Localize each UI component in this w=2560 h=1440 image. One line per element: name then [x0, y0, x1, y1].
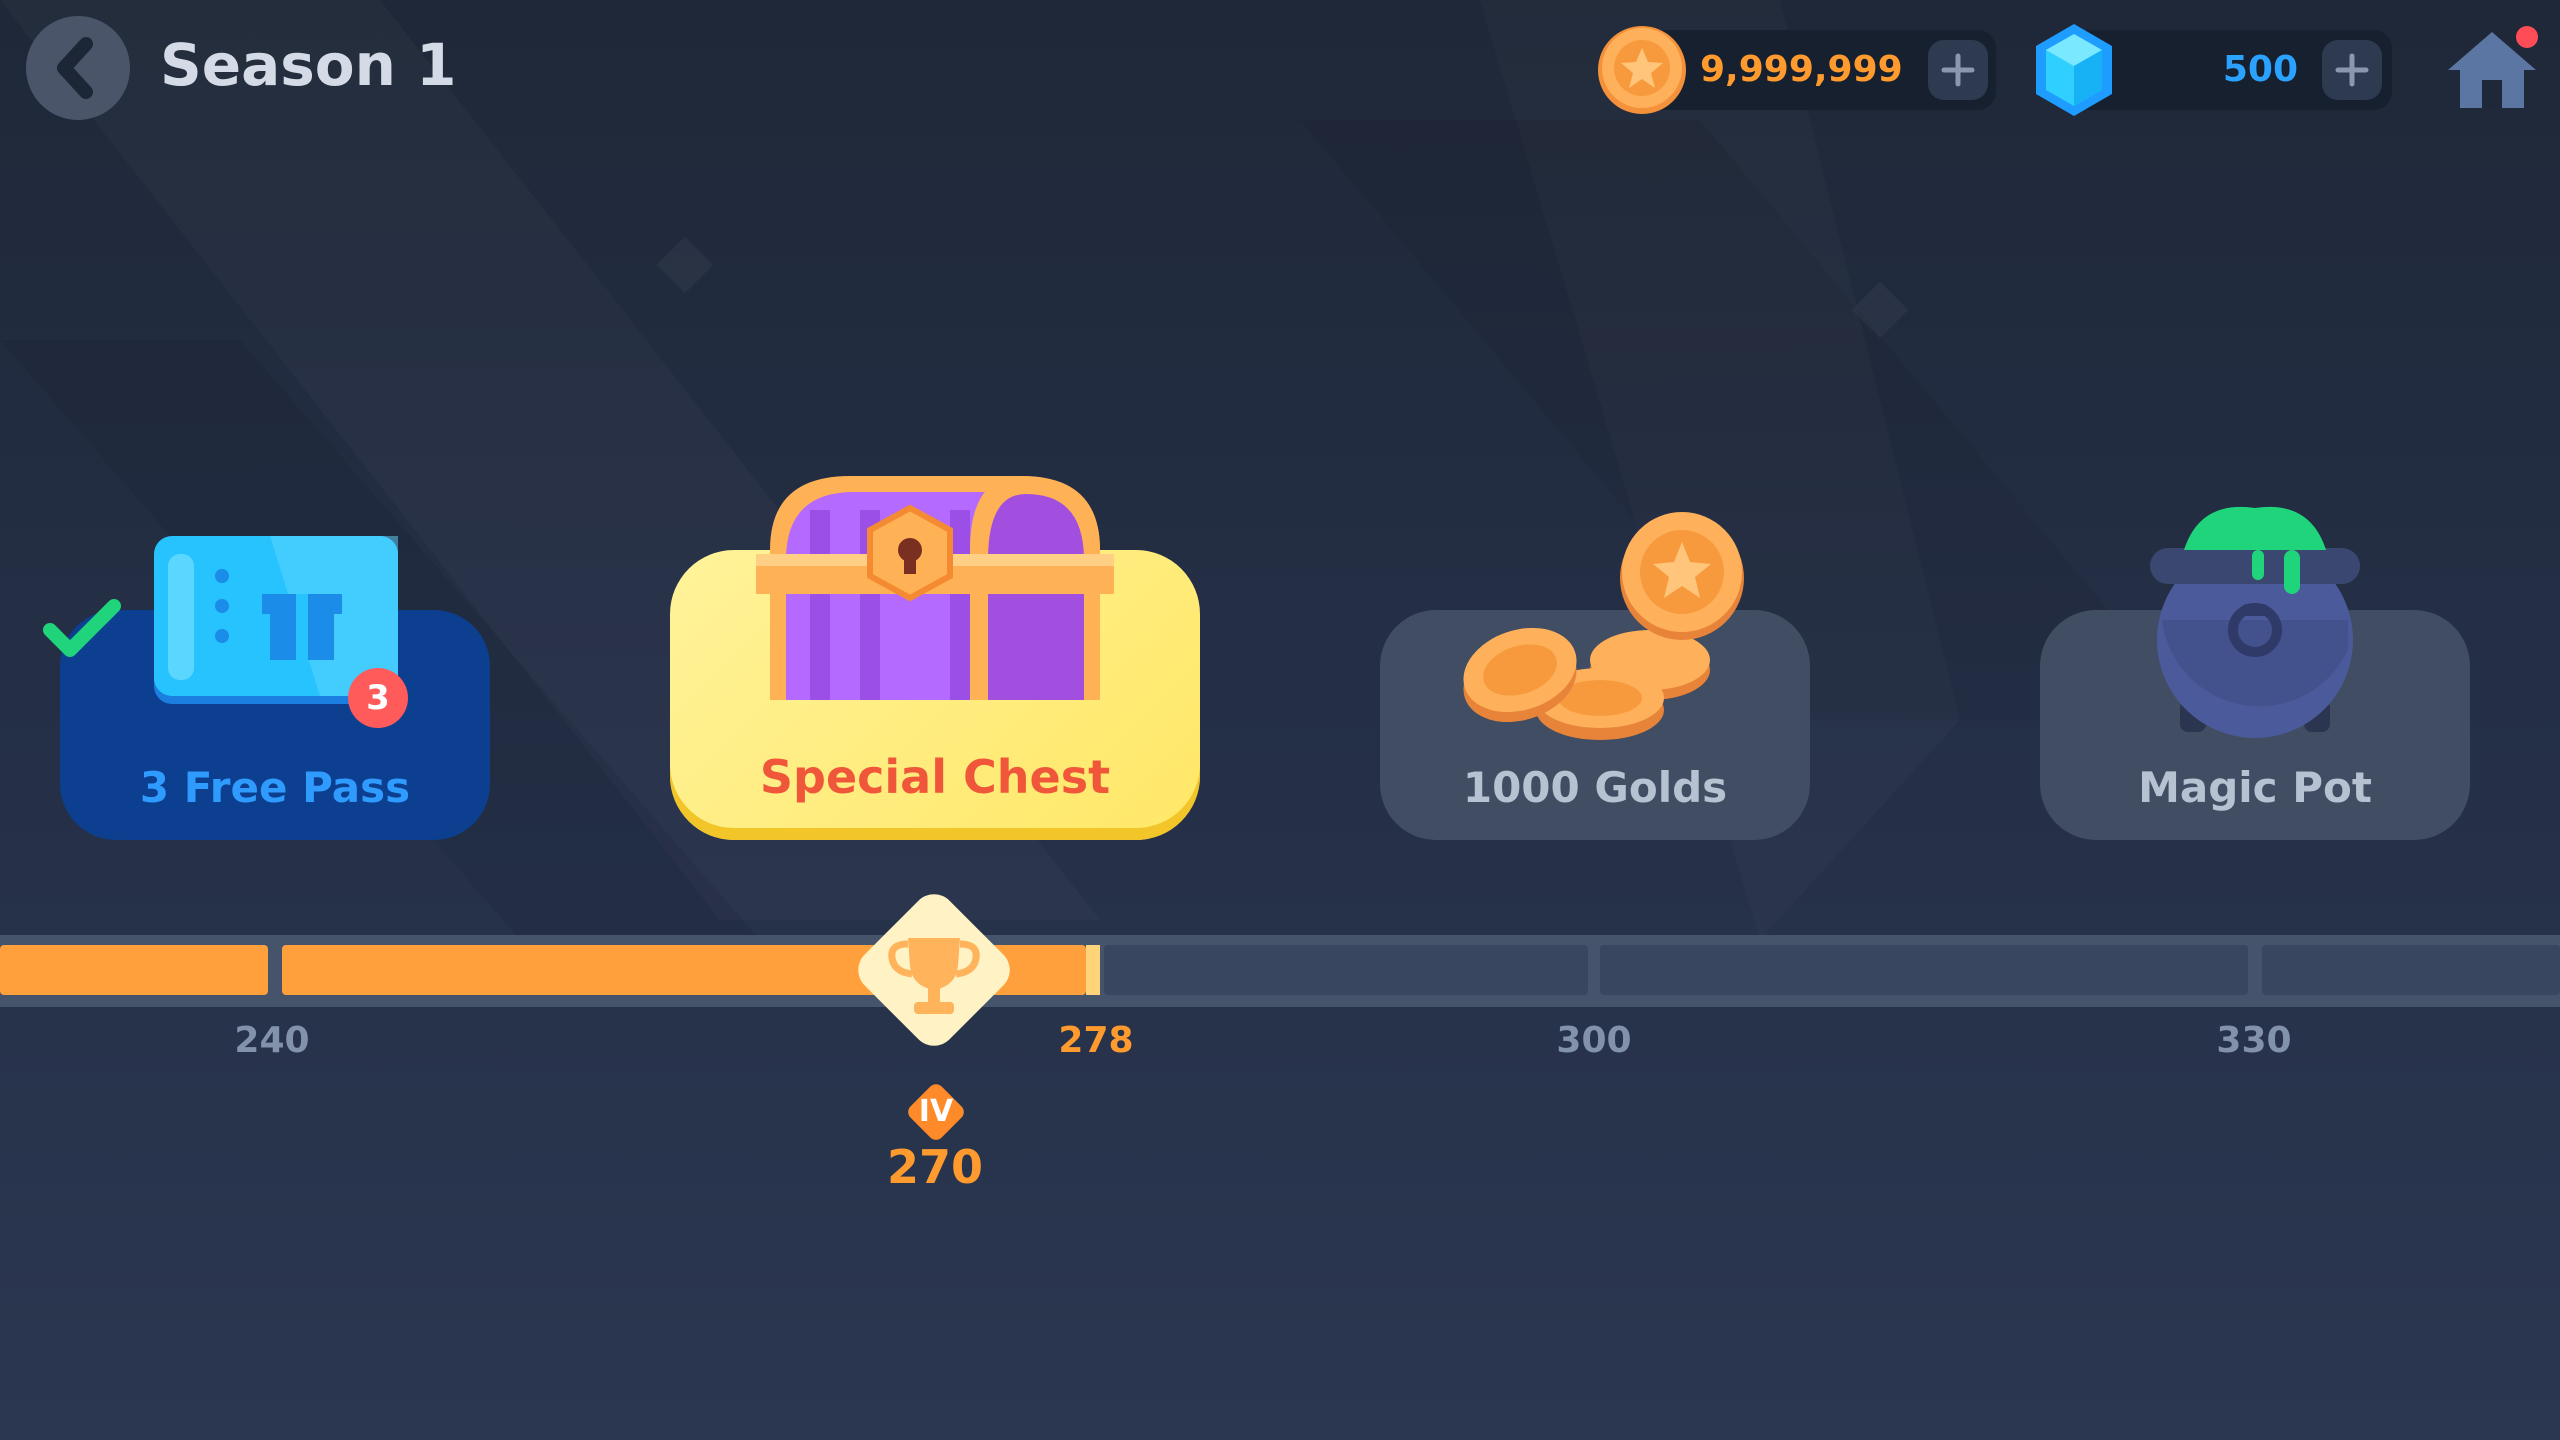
page-title: Season 1 — [160, 31, 457, 99]
progress-segment-filled — [0, 945, 268, 995]
milestone-label-current: 278 — [1058, 1020, 1134, 1061]
reward-label: Special Chest — [759, 750, 1111, 804]
add-gems-button[interactable] — [2322, 40, 2382, 100]
plus-icon — [1941, 53, 1975, 87]
gold-coin-icon — [1598, 26, 1686, 114]
cauldron-icon — [2150, 506, 2360, 738]
pass-count-badge: 3 — [366, 678, 390, 718]
reward-card-free-pass[interactable]: 3 3 Free Pass — [60, 530, 490, 840]
reward-card-magic-pot[interactable]: Magic Pot — [2040, 500, 2470, 840]
gold-amount: 9,999,999 — [1700, 49, 1903, 90]
chevron-left-icon — [57, 37, 93, 99]
trophy-icon — [858, 894, 1010, 1046]
check-icon — [43, 599, 121, 657]
treasure-chest-icon — [756, 476, 1114, 700]
reward-card-golds[interactable]: 1000 Golds — [1380, 510, 1810, 840]
progress-tip — [1086, 945, 1100, 995]
plus-icon — [2335, 53, 2369, 87]
reward-label: Magic Pot — [2138, 763, 2372, 812]
progress-segment-empty — [1600, 945, 2248, 995]
reward-card-special-chest[interactable]: Special Chest — [670, 470, 1200, 840]
milestone-label: 240 — [234, 1020, 310, 1061]
gold-currency-display: 9,999,999 — [1598, 26, 1996, 114]
back-button[interactable] — [26, 16, 130, 120]
add-gold-button[interactable] — [1928, 40, 1988, 100]
gem-currency-display: 500 — [2036, 24, 2392, 116]
notification-dot — [2516, 26, 2538, 48]
gem-amount: 500 — [2222, 49, 2298, 90]
progress-segment-empty — [1104, 945, 1588, 995]
progress-segment-empty — [2262, 945, 2560, 995]
blue-gem-icon — [2036, 24, 2112, 116]
reward-label: 3 Free Pass — [139, 763, 411, 812]
milestone-label: 330 — [2216, 1020, 2292, 1061]
current-progress-value: 270 — [886, 1140, 984, 1194]
reward-label: 1000 Golds — [1462, 763, 1728, 812]
coin-pile-icon — [1463, 512, 1744, 740]
milestone-label: 300 — [1556, 1020, 1632, 1061]
rank-label: IV — [918, 1094, 954, 1129]
